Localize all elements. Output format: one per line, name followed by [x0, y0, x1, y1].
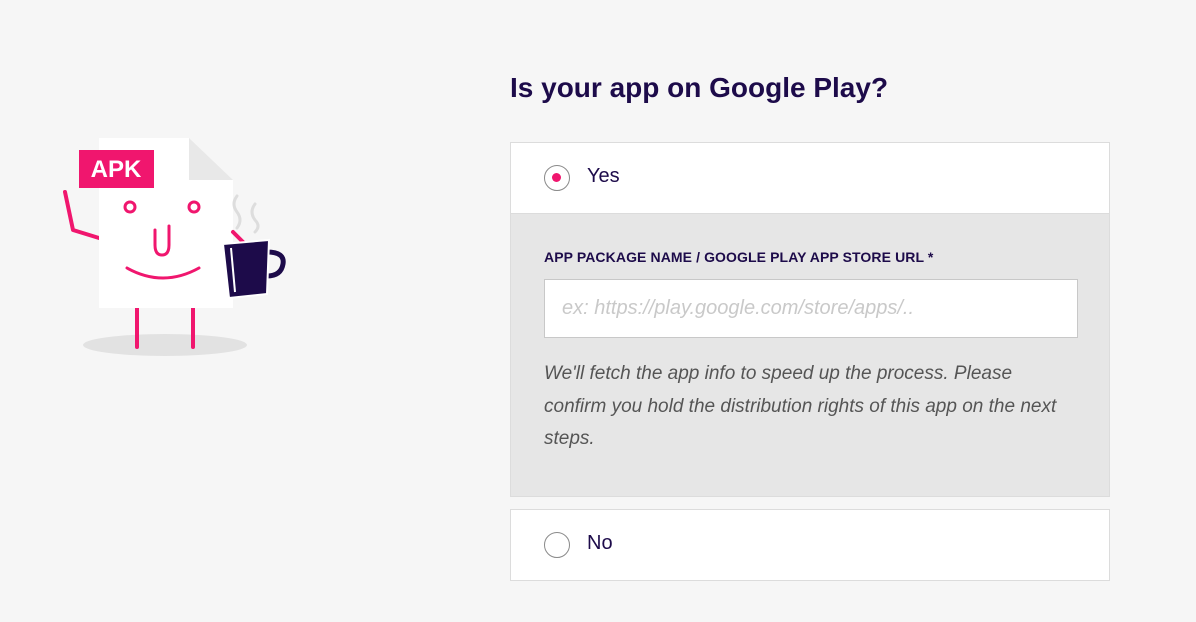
steam-right [250, 202, 260, 234]
yes-radio-button[interactable] [544, 165, 570, 191]
yes-label: Yes [587, 165, 620, 187]
mascot-waving-arm [63, 190, 101, 240]
package-details-panel: APP PACKAGE NAME / GOOGLE PLAY APP STORE… [510, 214, 1110, 497]
apk-mascot-illustration: APK [55, 130, 295, 365]
option-yes[interactable]: Yes [510, 142, 1110, 214]
package-field-label: APP PACKAGE NAME / GOOGLE PLAY APP STORE… [544, 249, 934, 265]
apk-badge-text: APK [91, 156, 142, 183]
mascot-shadow [83, 334, 247, 356]
apk-mascot-icon: APK [63, 138, 286, 356]
google-play-question-form: Is your app on Google Play? Yes APP PACK… [510, 60, 1110, 581]
package-url-input[interactable] [544, 279, 1078, 338]
page-title: Is your app on Google Play? [510, 72, 889, 103]
document-fold [189, 138, 233, 180]
steam-left [232, 194, 242, 230]
package-help-text: We'll fetch the app info to speed up the… [544, 363, 1057, 449]
no-label: No [587, 532, 613, 554]
option-no[interactable]: No [510, 509, 1110, 581]
mug-handle [266, 249, 286, 279]
coffee-mug-icon [221, 238, 271, 300]
no-radio-button[interactable] [544, 532, 570, 558]
